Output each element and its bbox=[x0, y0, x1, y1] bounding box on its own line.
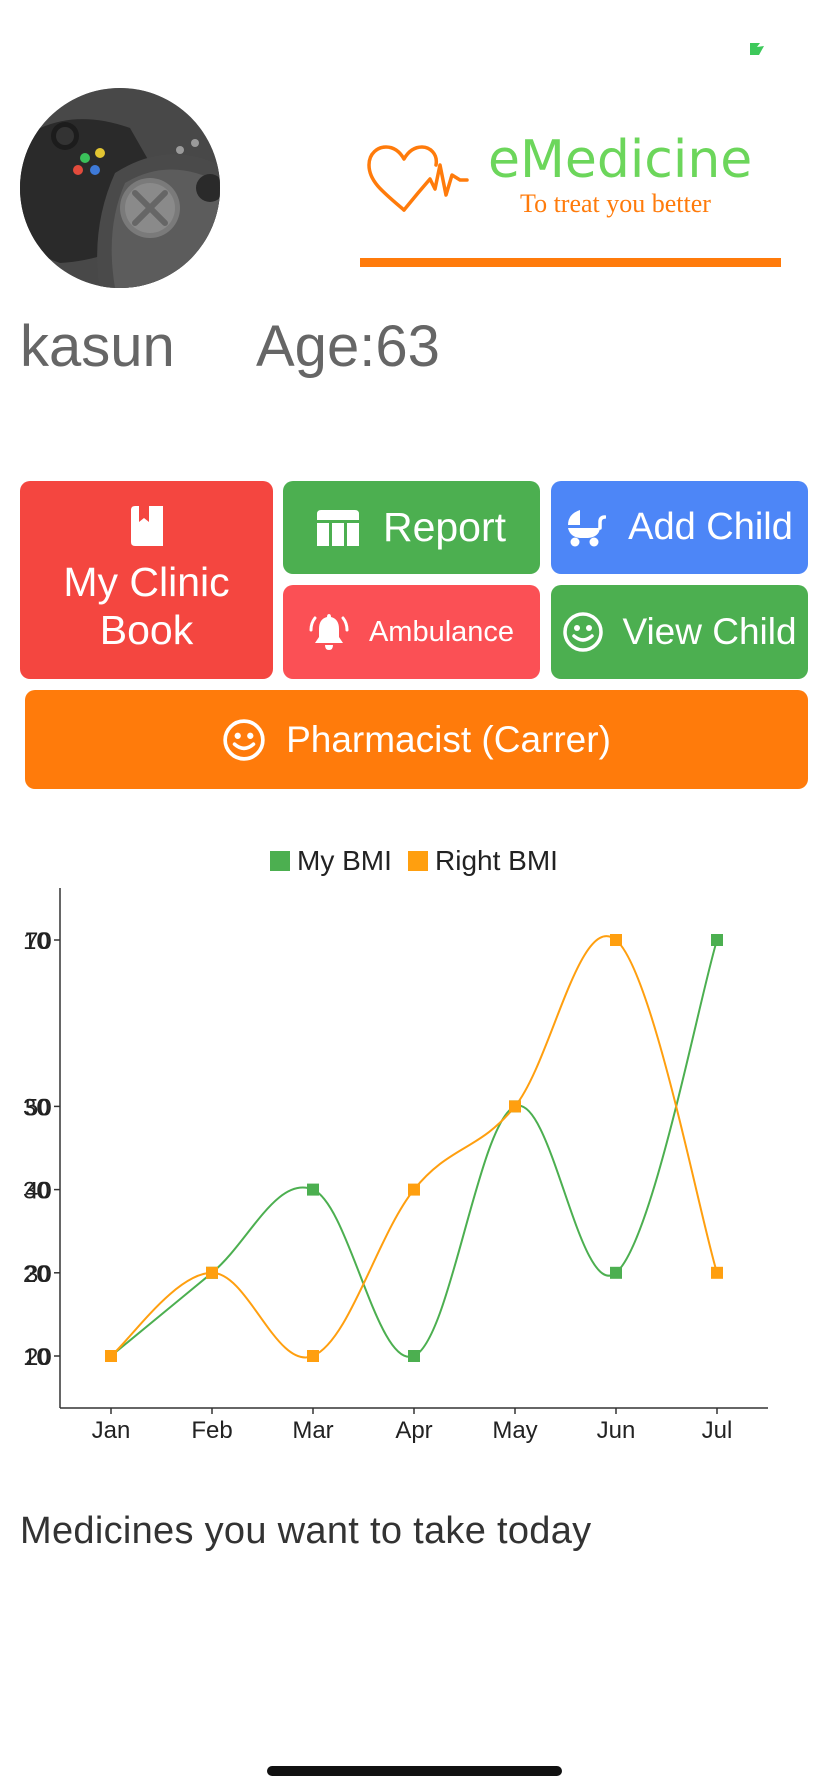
x-tick-label: Feb bbox=[191, 1417, 232, 1444]
x-tick-label: May bbox=[492, 1417, 537, 1444]
data-point-my-bmi bbox=[610, 1266, 622, 1279]
y-tick-label: 30 bbox=[23, 1094, 50, 1121]
heartbeat-icon bbox=[367, 145, 469, 212]
baby-carriage-icon bbox=[568, 509, 607, 546]
data-point-right-bmi bbox=[711, 1266, 723, 1279]
series-line-my-bmi bbox=[110, 939, 718, 1358]
data-point-right-bmi bbox=[509, 1100, 521, 1113]
view-child-button[interactable]: View Child bbox=[551, 585, 808, 679]
add-child-label: Add Child bbox=[628, 506, 793, 548]
report-button[interactable]: Report bbox=[283, 481, 540, 574]
legend-swatch bbox=[408, 851, 428, 871]
logo-divider bbox=[360, 258, 781, 267]
x-tick-label: Apr bbox=[395, 1417, 432, 1444]
x-tick-label: Jun bbox=[597, 1417, 636, 1444]
data-point-right-bmi bbox=[307, 1350, 319, 1362]
y-tick-label: 10 bbox=[23, 1344, 50, 1371]
user-age: Age:63 bbox=[256, 314, 440, 379]
my-clinic-book-button[interactable]: My Clinic Book bbox=[20, 481, 273, 679]
avatar[interactable] bbox=[20, 88, 220, 288]
status-indicator-icon bbox=[750, 43, 764, 55]
bmi-line-chart: My BMI Right BMI70105030403030202010Jan Fe… bbox=[23, 845, 768, 1444]
x-tick-label: Jul bbox=[702, 1417, 733, 1444]
smile-icon bbox=[223, 718, 265, 761]
pharmacist-button[interactable]: Pharmacist (Carrer) bbox=[25, 690, 808, 789]
home-indicator[interactable] bbox=[267, 1766, 562, 1776]
pharmacist-label: Pharmacist (Carrer) bbox=[286, 718, 611, 760]
data-point-right-bmi bbox=[206, 1266, 218, 1279]
bell-icon bbox=[309, 614, 349, 650]
data-point-right-bmi bbox=[610, 934, 622, 946]
y-tick-label: 20 bbox=[23, 1261, 50, 1288]
game-controller-image bbox=[20, 88, 220, 288]
data-point-my-bmi bbox=[307, 1183, 319, 1196]
data-point-my-bmi bbox=[711, 934, 723, 946]
table-icon bbox=[316, 509, 359, 546]
view-child-label: View Child bbox=[622, 611, 797, 652]
data-point-right-bmi bbox=[408, 1183, 420, 1196]
report-label: Report bbox=[382, 504, 507, 550]
medicines-section-title: Medicines you want to take today bbox=[20, 1510, 592, 1552]
add-child-button[interactable]: Add Child bbox=[551, 481, 808, 574]
smile-icon bbox=[563, 612, 604, 652]
legend-label: My BMI bbox=[297, 845, 392, 876]
legend-swatch bbox=[270, 851, 290, 871]
data-point-right-bmi bbox=[105, 1350, 117, 1362]
y-tick-label: 10 bbox=[23, 928, 50, 955]
y-tick-label: 30 bbox=[23, 1178, 50, 1205]
ambulance-label: Ambulance bbox=[368, 615, 515, 648]
series-line-right-bmi bbox=[110, 935, 718, 1359]
x-tick-label: Jan bbox=[92, 1417, 131, 1444]
ambulance-button[interactable]: Ambulance bbox=[283, 585, 540, 679]
logo-tagline: To treat you better bbox=[520, 189, 711, 218]
legend-label: Right BMI bbox=[435, 845, 558, 876]
logo-brand: eMedicine bbox=[488, 130, 752, 190]
my-clinic-book-label: My Clinic Book bbox=[63, 559, 230, 653]
book-icon bbox=[130, 506, 163, 546]
x-tick-label: Mar bbox=[292, 1417, 333, 1444]
data-point-my-bmi bbox=[408, 1350, 420, 1362]
user-name: kasun bbox=[20, 314, 175, 379]
